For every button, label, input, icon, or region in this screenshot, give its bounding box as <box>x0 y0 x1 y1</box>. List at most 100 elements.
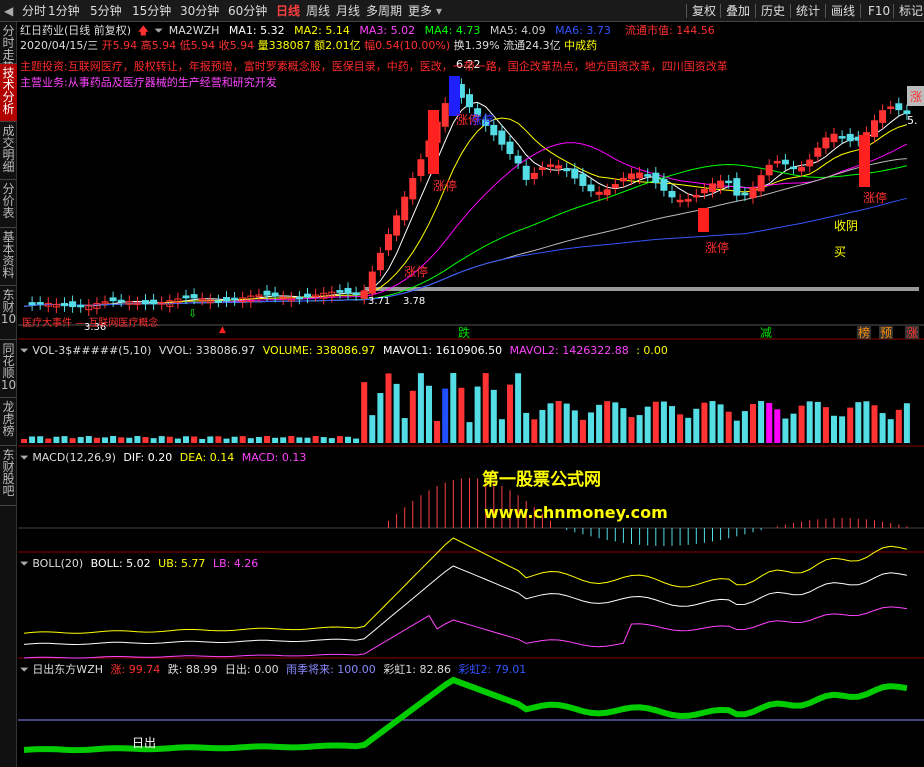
ma2-label: MA2: 5.14 <box>294 24 350 37</box>
support-price-a: 3.71 <box>368 296 390 307</box>
sector-tag[interactable]: 中成药 <box>564 39 597 52</box>
volume-bar <box>223 438 230 443</box>
volume-bar <box>458 387 465 443</box>
volume-indicator-name[interactable]: VOL-3$#####(5,10) <box>32 344 151 357</box>
candle-body <box>871 120 878 137</box>
bottom-banner: 医疗大事件 — 互联网医疗概念 <box>22 318 159 329</box>
candle-body <box>182 295 190 299</box>
candle-body <box>717 180 725 189</box>
boll-dropdown-icon[interactable]: ⏷ <box>20 557 29 570</box>
volume-bar <box>733 420 740 443</box>
candle-body <box>652 172 660 184</box>
candle-body <box>263 290 271 296</box>
volume-bar <box>717 404 724 443</box>
ma-line-3 <box>23 142 908 307</box>
candle-body <box>773 160 781 164</box>
candle-body <box>223 297 230 302</box>
macd-dropdown-icon[interactable]: ⏷ <box>20 451 29 464</box>
boll-value: BOLL: 5.02 <box>90 557 151 570</box>
quote-date: 2020/04/15/三 <box>20 39 99 52</box>
volume-bar <box>531 419 538 443</box>
volume-bar <box>21 439 27 443</box>
candle-body <box>636 172 644 179</box>
main-header: 红日药业(日线 前复权) 🡅 ⏷ MA2WZH MA1: 5.32 MA2: 5… <box>20 24 611 38</box>
volume-bar <box>555 401 562 443</box>
volume-bar <box>353 438 360 443</box>
volume-bar <box>620 408 627 443</box>
ma-line-1 <box>23 101 908 307</box>
sun-dropdown-icon[interactable]: ⏷ <box>20 663 29 676</box>
candle-body <box>514 155 522 164</box>
volume-bar <box>474 386 481 443</box>
candle-body <box>522 165 530 180</box>
highlight-candle-red <box>428 110 439 174</box>
boll-indicator-name[interactable]: BOLL(20) <box>32 557 83 570</box>
quote-float: 流通24.3亿 <box>503 39 561 52</box>
candle-body <box>781 159 789 165</box>
label-zhangting-5: 涨停 <box>863 190 887 205</box>
quote-low: 低5.94 <box>179 39 216 52</box>
kline-chart[interactable]: 涨停涨停涨停涨停涨停涨停涨5.收阴买6.223.363.71 3.78跌减榜预涨▲… <box>0 0 924 767</box>
volume-bar <box>69 438 76 443</box>
candle-body <box>838 136 846 139</box>
candle-body <box>376 252 384 271</box>
candle-body <box>498 130 506 145</box>
candle-body <box>28 302 36 306</box>
ma4-label: MA4: 4.73 <box>424 24 481 37</box>
volume-bar <box>393 383 400 443</box>
volume-bar <box>693 408 700 443</box>
marker-zhang: 涨 <box>906 325 918 340</box>
yuji-value: 雨季将来: 100.00 <box>286 663 376 676</box>
volume-bar <box>822 407 829 443</box>
sun-header: ⏷ 日出东方WZH 涨: 99.74 跌: 88.99 日出: 0.00 雨季将… <box>20 663 526 677</box>
volume-bar <box>790 413 797 443</box>
candle-body <box>595 191 603 195</box>
volume-bar <box>741 411 748 443</box>
quote-turnover: 换1.39% <box>453 39 500 52</box>
volume-bar <box>288 436 295 443</box>
volume-bar <box>588 412 594 443</box>
sun-indicator-name[interactable]: 日出东方WZH <box>32 663 103 676</box>
volume-bar <box>158 436 165 443</box>
candle-body <box>765 164 773 176</box>
candle-body <box>676 199 684 203</box>
volume-bar <box>142 437 149 443</box>
volume-bar <box>628 417 635 443</box>
volume-bar <box>515 373 522 443</box>
indicator-name[interactable]: MA2WZH <box>169 24 220 37</box>
volume-bar <box>231 436 238 443</box>
market-cap: 流通市值: 144.56 <box>625 24 715 37</box>
candle-body <box>61 303 68 307</box>
volume-bar <box>814 401 821 443</box>
volume-bar <box>434 420 441 443</box>
mavol1-value: MAVOL1: 1610906.50 <box>382 344 503 357</box>
volume-dropdown-icon[interactable]: ⏷ <box>20 344 29 357</box>
volume-bar <box>328 438 335 443</box>
volume-bar <box>134 436 141 443</box>
candle-body <box>214 300 222 303</box>
volume-bar <box>782 418 789 443</box>
volume-bar <box>563 403 570 443</box>
candle-body <box>69 301 77 308</box>
candle-body <box>466 94 473 108</box>
dropdown-icon[interactable]: ⏷ <box>154 24 163 37</box>
volume-bar <box>183 436 189 443</box>
volume-bar <box>806 401 813 443</box>
volume-bar <box>150 438 157 443</box>
volume-bar <box>669 406 675 443</box>
candle-body <box>409 177 417 200</box>
candle-body <box>757 175 765 192</box>
volume-header: ⏷ VOL-3$#####(5,10) VVOL: 338086.97 VOLU… <box>20 344 668 358</box>
volume-bar <box>644 406 651 443</box>
volume-bar <box>304 437 311 443</box>
volume-bar <box>118 437 125 443</box>
ma6-label: MA6: 3.73 <box>555 24 611 37</box>
candle-body <box>628 173 635 180</box>
candle-body <box>563 168 571 172</box>
quote-line: 2020/04/15/三 开5.94 高5.94 低5.94 收5.94 量33… <box>20 39 597 53</box>
macd-value: MACD: 0.13 <box>241 451 307 464</box>
macd-indicator-name[interactable]: MACD(12,26,9) <box>32 451 116 464</box>
volume-bar <box>863 401 870 443</box>
marker-yu: 预 <box>880 326 892 340</box>
volume-bar <box>579 419 586 443</box>
